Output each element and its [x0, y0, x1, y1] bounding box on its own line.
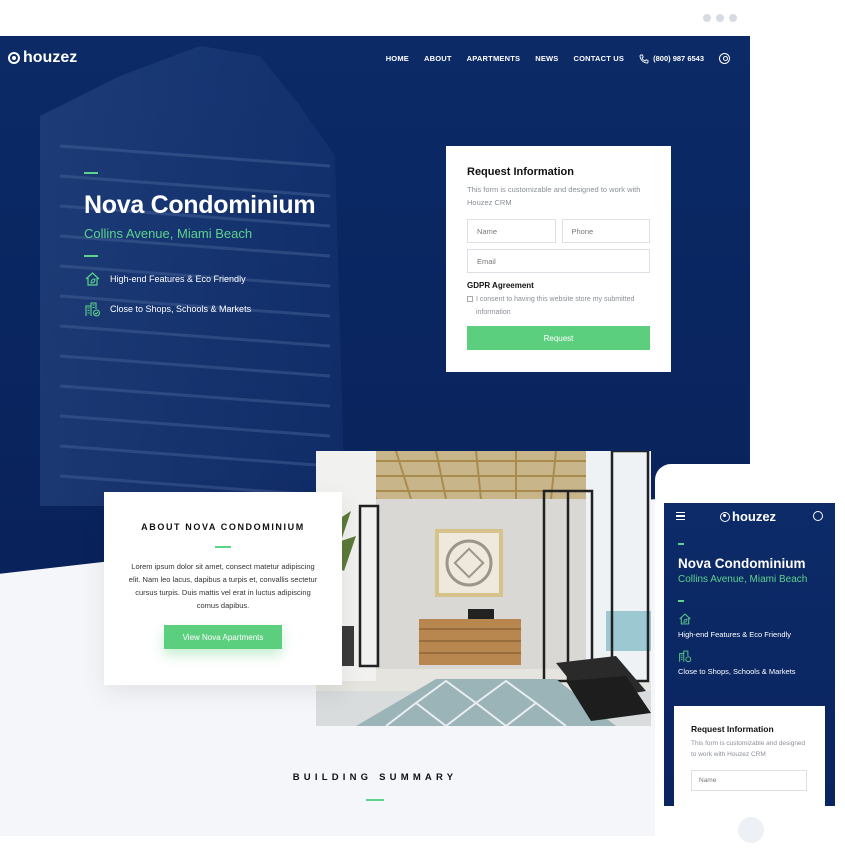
- logo-pin-icon: [8, 52, 20, 64]
- view-apartments-button[interactable]: View Nova Apartments: [164, 625, 282, 649]
- phone-icon: [639, 54, 649, 63]
- hero-text: Nova Condominium Collins Avenue, Miami B…: [84, 172, 316, 317]
- feature-item: High-end Features & Eco Friendly: [84, 271, 315, 287]
- request-info-form: Request Information This form is customi…: [446, 146, 671, 372]
- form-title: Request Information: [467, 166, 574, 178]
- nav-news[interactable]: NEWS: [535, 54, 558, 63]
- eco-house-icon: [85, 272, 100, 286]
- email-field[interactable]: Email: [467, 249, 650, 273]
- hero-title: Nova Condominium: [84, 191, 316, 219]
- gdpr-text: I consent to having this website store m…: [476, 296, 635, 316]
- hero-subtitle: Collins Avenue, Miami Beach: [84, 226, 253, 241]
- form-description: This form is customizable and designed t…: [467, 185, 641, 207]
- lobby-image: [316, 451, 651, 726]
- about-card: ABOUT NOVA CONDOMINIUM Lorem ipsum dolor…: [104, 492, 342, 685]
- main-menu: HOME ABOUT APARTMENTS NEWS CONTACT US (8…: [386, 53, 730, 64]
- gdpr-checkbox[interactable]: [467, 296, 473, 302]
- phone-home-button: [738, 817, 764, 843]
- mobile-hero: Nova Condominium Collins Avenue, Miami B…: [664, 529, 835, 676]
- accent-line: [678, 600, 684, 602]
- logo[interactable]: houzez: [8, 49, 77, 67]
- nav-home[interactable]: HOME: [386, 54, 409, 63]
- shops-buildings-icon: [85, 302, 101, 317]
- mobile-feature-item: High-end Features & Eco Friendly: [678, 612, 835, 639]
- hamburger-menu-icon[interactable]: [676, 512, 685, 522]
- mobile-subtitle: Collins Avenue, Miami Beach: [678, 574, 808, 585]
- mobile-nav: houzez: [664, 503, 835, 529]
- accent-line: [84, 172, 98, 174]
- eco-house-icon: [679, 613, 691, 625]
- top-nav: houzez HOME ABOUT APARTMENTS NEWS CONTAC…: [0, 36, 750, 80]
- accent-line: [678, 543, 684, 545]
- user-account-icon[interactable]: [813, 511, 823, 521]
- nav-about[interactable]: ABOUT: [424, 54, 452, 63]
- mobile-form-title: Request Information: [691, 724, 774, 734]
- desktop-preview: houzez HOME ABOUT APARTMENTS NEWS CONTAC…: [0, 36, 750, 836]
- building-summary: BUILDING SUMMARY: [0, 772, 750, 801]
- user-account-icon[interactable]: [719, 53, 730, 64]
- shops-buildings-icon: [679, 650, 692, 663]
- feature-item: Close to Shops, Schools & Markets: [84, 301, 315, 317]
- mobile-logo[interactable]: houzez: [720, 509, 776, 524]
- summary-title: BUILDING SUMMARY: [292, 772, 458, 783]
- request-button[interactable]: Request: [467, 326, 650, 350]
- mobile-title: Nova Condominium: [678, 556, 806, 571]
- gdpr-title: GDPR Agreement: [467, 281, 534, 290]
- nav-apartments[interactable]: APARTMENTS: [467, 54, 521, 63]
- accent-line: [84, 255, 98, 257]
- accent-line: [366, 799, 384, 801]
- accent-line: [215, 546, 231, 548]
- gdpr-consent: I consent to having this website store m…: [467, 293, 650, 319]
- mobile-request-form: Request Information This form is customi…: [674, 706, 825, 806]
- mobile-name-field[interactable]: Name: [691, 770, 807, 791]
- mobile-form-description: This form is customizable and designed t…: [691, 740, 806, 758]
- mobile-feature-item: Close to Shops, Schools & Markets: [678, 649, 835, 676]
- about-body: Lorem ipsum dolor sit amet, consect mate…: [128, 562, 318, 610]
- mobile-preview: houzez Nova Condominium Collins Avenue, …: [664, 503, 835, 806]
- phone-field[interactable]: Phone: [561, 219, 650, 243]
- nav-contact[interactable]: CONTACT US: [574, 54, 625, 63]
- logo-pin-icon: [720, 511, 730, 522]
- about-title: ABOUT NOVA CONDOMINIUM: [141, 522, 305, 532]
- nav-phone[interactable]: (800) 987 6543: [639, 54, 704, 64]
- window-dots: [703, 14, 737, 22]
- name-field[interactable]: Name: [467, 219, 556, 243]
